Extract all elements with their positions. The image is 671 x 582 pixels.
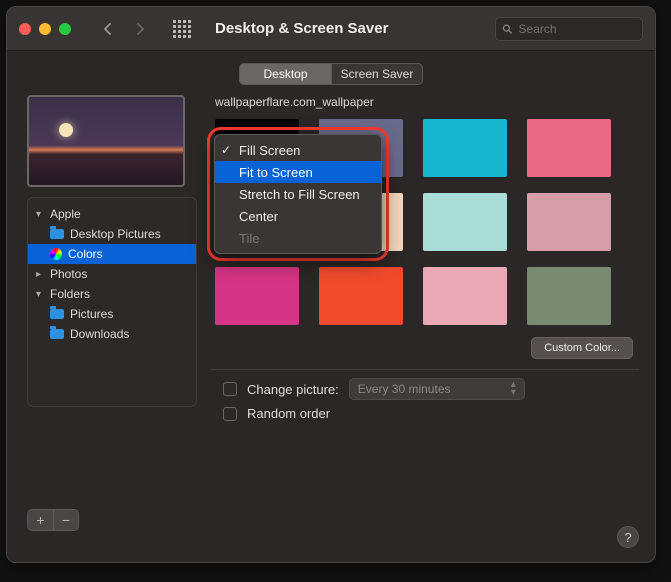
fit-option-label: Fill Screen — [239, 143, 300, 158]
minimize-window-button[interactable] — [39, 23, 51, 35]
source-group-folders[interactable]: ▾ Folders — [28, 284, 196, 304]
source-group-photos[interactable]: ▸ Photos — [28, 264, 196, 284]
chevron-right-icon: ▸ — [36, 269, 44, 280]
close-window-button[interactable] — [19, 23, 31, 35]
source-group-apple[interactable]: ▾ Apple — [28, 204, 196, 224]
fit-option-label: Tile — [239, 231, 259, 246]
color-swatch[interactable] — [423, 193, 507, 251]
folder-icon — [50, 229, 64, 239]
search-icon — [502, 23, 513, 35]
window-title: Desktop & Screen Saver — [215, 20, 388, 37]
fit-mode-popup-highlight: ✓ Fill Screen Fit to Screen Stretch to Fi… — [207, 127, 389, 261]
source-add-remove: + − — [27, 509, 197, 531]
source-group-label: Photos — [50, 267, 87, 281]
tab-bar: Desktop Screen Saver — [7, 51, 655, 95]
fit-option-label: Center — [239, 209, 278, 224]
color-swatch[interactable] — [527, 119, 611, 177]
back-button[interactable] — [93, 17, 123, 41]
source-group-label: Apple — [50, 207, 81, 221]
forward-button[interactable] — [125, 17, 155, 41]
color-swatch[interactable] — [319, 267, 403, 325]
help-button[interactable]: ? — [617, 526, 639, 548]
show-all-button[interactable] — [171, 18, 193, 40]
random-order-label: Random order — [247, 406, 330, 421]
tab-screen-saver[interactable]: Screen Saver — [331, 63, 423, 85]
remove-source-button[interactable]: − — [53, 509, 79, 531]
preferences-window: Desktop & Screen Saver Desktop Screen Sa… — [6, 6, 656, 563]
source-item-label: Desktop Pictures — [70, 227, 161, 241]
search-field[interactable] — [495, 17, 643, 41]
chevron-down-icon: ▾ — [36, 209, 44, 220]
folder-icon — [50, 329, 64, 339]
fit-option-label: Stretch to Fill Screen — [239, 187, 360, 202]
random-order-checkbox[interactable] — [223, 407, 237, 421]
change-picture-label: Change picture: — [247, 382, 339, 397]
divider — [211, 369, 639, 370]
source-group-label: Folders — [50, 287, 90, 301]
window-controls — [19, 23, 71, 35]
color-swatch[interactable] — [527, 193, 611, 251]
source-item-label: Downloads — [70, 327, 129, 341]
source-item-colors[interactable]: Colors — [28, 244, 196, 264]
titlebar: Desktop & Screen Saver — [7, 7, 655, 51]
source-item-downloads[interactable]: Downloads — [28, 324, 196, 344]
chevron-down-icon: ▾ — [36, 289, 44, 300]
change-interval-value: Every 30 minutes — [358, 382, 451, 396]
fit-option-label: Fit to Screen — [239, 165, 313, 180]
search-input[interactable] — [519, 22, 636, 36]
fit-option-center[interactable]: Center — [215, 205, 381, 227]
custom-color-button[interactable]: Custom Color... — [531, 337, 633, 359]
color-swatch[interactable] — [527, 267, 611, 325]
source-item-label: Colors — [68, 247, 103, 261]
color-wheel-icon — [50, 248, 62, 260]
fit-option-tile[interactable]: Tile — [215, 227, 381, 249]
fit-mode-popup[interactable]: ✓ Fill Screen Fit to Screen Stretch to Fi… — [214, 134, 382, 254]
color-swatch[interactable] — [423, 119, 507, 177]
zoom-window-button[interactable] — [59, 23, 71, 35]
fit-option-stretch[interactable]: Stretch to Fill Screen — [215, 183, 381, 205]
folder-icon — [50, 309, 64, 319]
updown-icon: ▴▾ — [511, 381, 516, 397]
nav-buttons — [93, 17, 155, 41]
fit-option-fill-screen[interactable]: ✓ Fill Screen — [215, 139, 381, 161]
change-picture-checkbox[interactable] — [223, 382, 237, 396]
checkmark-icon: ✓ — [221, 143, 231, 157]
change-interval-select[interactable]: Every 30 minutes ▴▾ — [349, 378, 525, 400]
source-item-label: Pictures — [70, 307, 113, 321]
source-item-desktop-pictures[interactable]: Desktop Pictures — [28, 224, 196, 244]
color-swatch[interactable] — [423, 267, 507, 325]
color-swatch[interactable] — [215, 267, 299, 325]
source-item-pictures[interactable]: Pictures — [28, 304, 196, 324]
fit-option-fit-to-screen[interactable]: Fit to Screen — [215, 161, 381, 183]
add-source-button[interactable]: + — [27, 509, 53, 531]
tab-desktop[interactable]: Desktop — [239, 63, 331, 85]
desktop-preview — [27, 95, 185, 187]
source-list[interactable]: ▾ Apple Desktop Pictures Colors ▸ Photos ▾… — [27, 197, 197, 407]
current-wallpaper-name: wallpaperflare.com_wallpaper — [215, 95, 639, 109]
